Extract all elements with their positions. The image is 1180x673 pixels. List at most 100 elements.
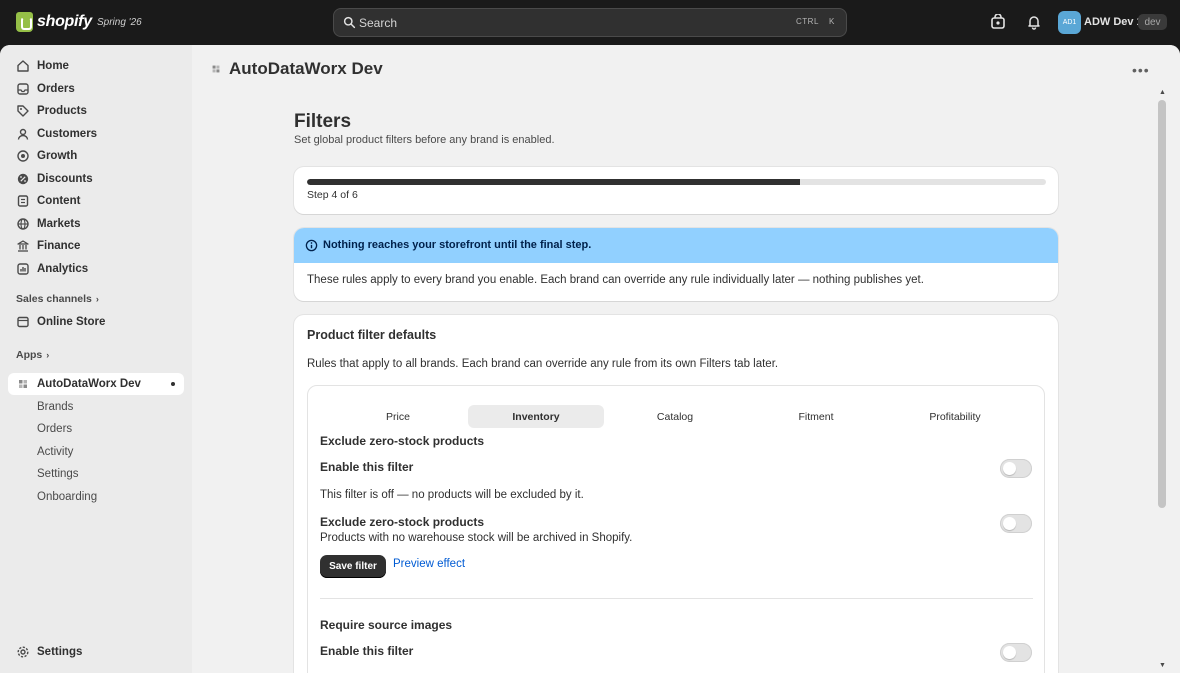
globe-icon <box>17 218 29 230</box>
scroll-down-icon[interactable]: ▼ <box>1159 662 1166 669</box>
page-heading: Filters <box>294 111 352 132</box>
chevron-right-icon: › <box>46 350 50 360</box>
divider <box>320 598 1033 599</box>
sidebar-item-label: Growth <box>37 150 78 162</box>
tab-catalog[interactable]: Catalog <box>610 405 740 428</box>
sales-channels-header[interactable]: Sales channels › <box>16 293 99 305</box>
shopify-bag-icon <box>16 12 33 32</box>
progress-card: Step 4 of 6 <box>294 167 1058 214</box>
tab-price[interactable]: Price <box>333 405 463 428</box>
avatar[interactable]: AD1 <box>1058 11 1081 34</box>
banner-body: These rules apply to every brand you ena… <box>307 274 924 286</box>
preview-effect-link[interactable]: Preview effect <box>393 558 465 570</box>
card-title: Product filter defaults <box>307 328 437 342</box>
sidebar-subitem-settings[interactable]: Settings <box>37 468 79 480</box>
search-bar[interactable]: Search CTRL K <box>333 8 847 37</box>
main-content: AutoDataWorx Dev ••• ▲ ▼ Filters Set glo… <box>192 45 1180 673</box>
sidebar-item-label: AutoDataWorx Dev <box>37 378 141 390</box>
exclude-option-toggle[interactable] <box>1000 514 1032 533</box>
enable-filter-toggle[interactable] <box>1000 643 1032 662</box>
sidebar-item-home[interactable]: Home <box>8 55 184 77</box>
search-icon <box>343 16 356 29</box>
sidebar-item-orders[interactable]: Orders <box>8 78 184 100</box>
enable-filter-label: Enable this filter <box>320 460 414 474</box>
sidebar-item-settings[interactable]: Settings <box>8 641 184 663</box>
sidebar-item-label: Customers <box>37 128 98 140</box>
sidebar-item-label: Analytics <box>37 263 89 275</box>
person-icon <box>17 128 29 140</box>
sidebar-item-online-store[interactable]: Online Store <box>8 311 184 333</box>
enable-filter-label: Enable this filter <box>320 644 414 658</box>
progress-bar-fill <box>307 179 800 185</box>
target-icon <box>17 150 29 162</box>
card-description: Rules that apply to all brands. Each bra… <box>307 358 779 370</box>
exclude-option-description: Products with no warehouse stock will be… <box>320 532 633 544</box>
page-icon <box>17 195 29 207</box>
storefront-icon <box>17 316 29 328</box>
scroll-up-icon[interactable]: ▲ <box>1159 89 1166 96</box>
filter-tabs-panel: Price Inventory Catalog Fitment Profitab… <box>307 385 1045 673</box>
sidebar-item-content[interactable]: Content <box>8 190 184 212</box>
tab-profitability[interactable]: Profitability <box>890 405 1020 428</box>
sidebar-subitem-orders[interactable]: Orders <box>37 423 72 435</box>
pin-dot-icon[interactable] <box>171 382 175 386</box>
save-filter-button[interactable]: Save filter <box>320 555 386 578</box>
store-name[interactable]: ADW Dev 1 <box>1084 16 1143 28</box>
info-banner: Nothing reaches your storefront until th… <box>294 228 1058 301</box>
chart-icon <box>17 263 29 275</box>
sidebar-item-label: Content <box>37 195 81 207</box>
inbox-icon <box>17 83 29 95</box>
bell-icon[interactable] <box>1026 14 1042 30</box>
sidebar-subitem-onboarding[interactable]: Onboarding <box>37 491 97 503</box>
sidebar-item-analytics[interactable]: Analytics <box>8 258 184 280</box>
app-icon <box>19 380 27 388</box>
apps-label: Apps <box>16 349 43 361</box>
enable-filter-toggle[interactable] <box>1000 459 1032 478</box>
gear-icon <box>17 646 29 658</box>
sidebar-item-label: Finance <box>37 240 81 252</box>
env-badge: dev <box>1138 14 1167 30</box>
apps-header[interactable]: Apps › <box>16 349 49 361</box>
section-title: Require source images <box>320 618 453 632</box>
sidebar-subitem-brands[interactable]: Brands <box>37 401 73 413</box>
sidebar-item-label: Products <box>37 105 87 117</box>
app-title: AutoDataWorx Dev <box>229 59 383 78</box>
sidebar-item-discounts[interactable]: Discounts <box>8 168 184 190</box>
sales-channels-label: Sales channels <box>16 293 92 305</box>
sidebar-item-customers[interactable]: Customers <box>8 123 184 145</box>
store-icon[interactable] <box>990 14 1006 30</box>
sidebar-item-markets[interactable]: Markets <box>8 213 184 235</box>
tag-icon <box>17 105 29 117</box>
filter-status-text: This filter is off — no products will be… <box>320 489 584 501</box>
step-indicator: Step 4 of 6 <box>307 189 358 201</box>
shortcut-ctrl: CTRL <box>796 17 819 26</box>
info-icon <box>305 239 318 252</box>
section-title: Exclude zero-stock products <box>320 434 485 448</box>
app-title-bar: AutoDataWorx Dev <box>210 59 383 79</box>
sidebar-item-label: Discounts <box>37 173 93 185</box>
home-icon <box>17 60 29 72</box>
discount-icon <box>17 173 29 185</box>
top-bar: shopify Spring '26 Search CTRL K AD1 ADW… <box>0 0 1180 45</box>
sidebar-item-label: Online Store <box>37 316 106 328</box>
sidebar-item-finance[interactable]: Finance <box>8 235 184 257</box>
scrollbar-thumb[interactable] <box>1158 100 1166 508</box>
banner-header: Nothing reaches your storefront until th… <box>294 228 1058 263</box>
exclude-option-title: Exclude zero-stock products <box>320 515 485 529</box>
sidebar-item-label: Orders <box>37 83 75 95</box>
sidebar-subitem-activity[interactable]: Activity <box>37 446 73 458</box>
more-actions-icon[interactable]: ••• <box>1132 62 1150 78</box>
admin-frame: Home Orders Products Customers Growth Di… <box>0 45 1180 673</box>
tab-inventory[interactable]: Inventory <box>468 405 604 428</box>
sidebar-item-app[interactable]: AutoDataWorx Dev <box>8 373 184 395</box>
sidebar-item-products[interactable]: Products <box>8 100 184 122</box>
sidebar-item-label: Markets <box>37 218 81 230</box>
bank-icon <box>17 240 29 252</box>
sidebar-item-growth[interactable]: Growth <box>8 145 184 167</box>
chevron-right-icon: › <box>95 294 99 304</box>
sidebar-item-label: Home <box>37 60 69 72</box>
progress-bar <box>307 179 1046 185</box>
shopify-logo[interactable]: shopify <box>16 12 92 32</box>
filter-defaults-card: Product filter defaults Rules that apply… <box>294 315 1058 673</box>
tab-fitment[interactable]: Fitment <box>751 405 881 428</box>
